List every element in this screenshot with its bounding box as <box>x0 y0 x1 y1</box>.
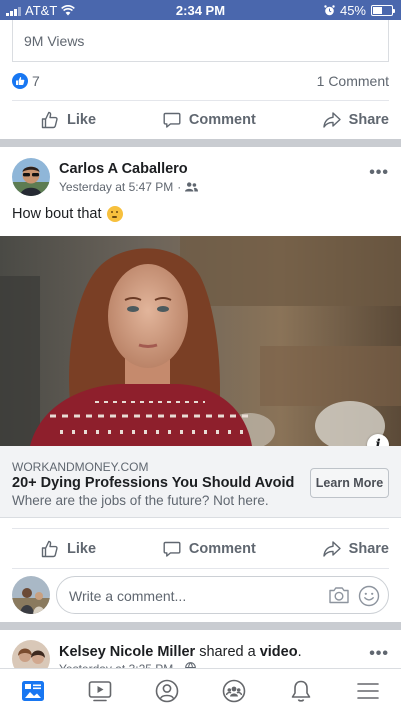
watch-icon <box>88 680 112 701</box>
reactions-summary[interactable]: 7 1 Comment <box>12 70 389 92</box>
share-label: Share <box>348 541 389 557</box>
menu-icon <box>356 682 379 699</box>
groups-icon <box>222 679 246 702</box>
thumbs-up-icon <box>41 111 58 129</box>
ad-image[interactable] <box>0 236 401 446</box>
news-feed-icon <box>22 680 45 701</box>
post-author[interactable]: Carlos A Caballero <box>59 161 188 177</box>
comment-label: Comment <box>188 541 256 557</box>
like-count[interactable]: 7 <box>32 73 40 89</box>
divider <box>12 568 389 569</box>
views-count-box: 9M Views <box>12 20 389 62</box>
tab-notifications[interactable] <box>281 671 321 711</box>
post-text: How bout that <box>12 206 124 222</box>
like-reaction-icon <box>12 73 28 89</box>
ad-domain: WORKANDMONEY.COM <box>12 460 149 474</box>
post-text-content: How bout that <box>12 206 102 222</box>
comment-label: Comment <box>188 112 256 128</box>
thinking-face-emoji <box>107 206 124 222</box>
shared-post-heading: Kelsey Nicole Miller shared a video. <box>59 644 302 660</box>
post-author[interactable]: Kelsey Nicole Miller <box>59 644 195 660</box>
current-user-avatar[interactable] <box>12 576 50 614</box>
comment-count[interactable]: 1 Comment <box>317 73 389 89</box>
tab-groups[interactable] <box>214 671 254 711</box>
battery-percent: 45% <box>339 3 366 18</box>
friends-icon <box>185 182 199 192</box>
bottom-tab-bar <box>0 668 401 712</box>
notifications-icon <box>291 680 311 702</box>
feed-separator <box>0 622 401 630</box>
comment-icon <box>163 112 181 128</box>
emoji-icon[interactable] <box>358 585 380 607</box>
shared-action-text: shared a <box>195 644 260 660</box>
shared-object-link[interactable]: video <box>260 644 298 660</box>
battery-icon <box>371 5 395 16</box>
ad-link-card[interactable]: WORKANDMONEY.COM 20+ Dying Professions Y… <box>0 446 401 518</box>
ad-title: 20+ Dying Professions You Should Avoid <box>12 475 295 491</box>
share-label: Share <box>348 112 389 128</box>
post-meta: Yesterday at 5:47 PM · <box>59 180 199 194</box>
comment-icon <box>163 541 181 557</box>
post-actions: Like Comment Share <box>12 532 389 566</box>
tab-watch[interactable] <box>80 671 120 711</box>
views-count: 9M Views <box>24 33 85 49</box>
like-button[interactable]: Like <box>12 532 124 566</box>
meta-dot: · <box>177 180 182 194</box>
profile-icon <box>155 679 179 702</box>
learn-more-button[interactable]: Learn More <box>310 468 389 498</box>
post-timestamp[interactable]: Yesterday at 5:47 PM <box>59 180 173 194</box>
divider <box>12 528 389 529</box>
like-label: Like <box>67 112 97 128</box>
like-button[interactable]: Like <box>12 103 124 137</box>
comment-button[interactable]: Comment <box>134 103 284 137</box>
thumbs-up-icon <box>41 540 58 558</box>
feed-separator <box>0 139 401 147</box>
tab-profile[interactable] <box>147 671 187 711</box>
tab-news-feed[interactable] <box>13 671 53 711</box>
heading-period: . <box>297 644 302 660</box>
alarm-icon <box>324 5 335 16</box>
post-options-button[interactable]: ••• <box>369 645 389 663</box>
divider <box>12 100 389 101</box>
share-icon <box>322 541 341 557</box>
status-bar: AT&T 2:34 PM 45% <box>0 0 401 20</box>
previous-post-actions: Like Comment Share <box>12 103 389 137</box>
like-label: Like <box>67 541 97 557</box>
ad-description: Where are the jobs of the future? Not he… <box>12 493 269 508</box>
post-options-button[interactable]: ••• <box>369 164 389 182</box>
share-button[interactable]: Share <box>294 532 389 566</box>
tab-menu[interactable] <box>348 671 388 711</box>
share-button[interactable]: Share <box>294 103 389 137</box>
comment-placeholder: Write a comment... <box>69 588 187 604</box>
comment-input[interactable]: Write a comment... <box>56 576 389 614</box>
author-avatar[interactable] <box>12 158 50 196</box>
comment-button[interactable]: Comment <box>134 532 284 566</box>
share-icon <box>322 112 341 128</box>
camera-icon[interactable] <box>328 585 350 605</box>
